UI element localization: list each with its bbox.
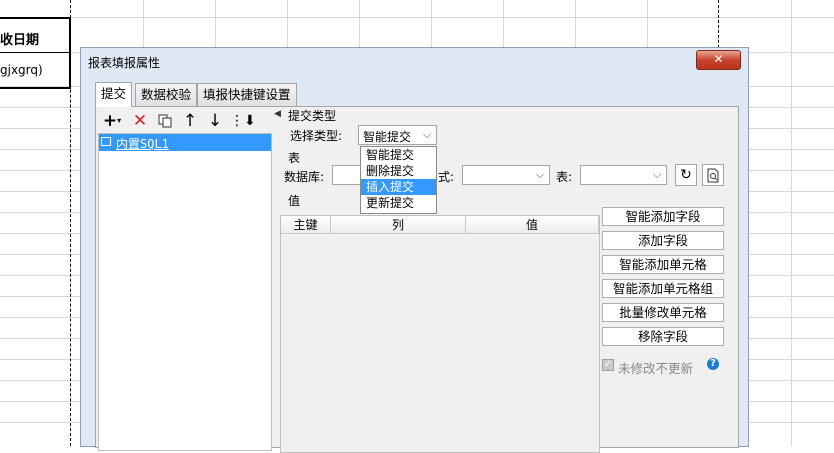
table-label: 表: [556, 170, 573, 184]
preview-button[interactable] [702, 164, 724, 186]
smart-add-cell-group-button[interactable]: 智能添加单元格组 [602, 279, 724, 298]
dialog-title: 报表填报属性 [88, 56, 161, 70]
plus-icon: + [102, 111, 118, 131]
dropdown-option-smart-submit[interactable]: 智能提交 [361, 147, 436, 163]
close-icon: ✕ [713, 52, 724, 66]
chevron-down-icon: ⌵ [535, 168, 545, 181]
select-type-label: 选择类型: [290, 129, 343, 143]
list-item[interactable]: 内置SQL1 [99, 134, 271, 151]
smart-add-cell-button[interactable]: 智能添加单元格 [602, 255, 724, 274]
dropdown-option-insert-submit[interactable]: 插入提交 [361, 179, 436, 195]
tab-submit[interactable]: 提交 [95, 82, 133, 107]
database-label: 数据库: [284, 170, 325, 184]
value-section-title: 值 [288, 194, 301, 208]
submission-list: 内置SQL1 [98, 133, 272, 451]
refresh-button[interactable]: ↻ [675, 164, 697, 186]
field-value-table[interactable]: 主键 列 值 [280, 215, 600, 453]
close-button[interactable]: ✕ [696, 50, 741, 70]
move-down-button[interactable]: ↓ [204, 110, 226, 132]
chevron-down-icon: ▾ [117, 116, 122, 125]
schema-label: 式: [438, 170, 455, 184]
smart-add-field-button[interactable]: 智能添加字段 [602, 207, 724, 226]
submit-type-dropdown: 智能提交 删除提交 插入提交 更新提交 [360, 146, 437, 214]
submission-toolbar: +▾ ✕ ↑ ↓ ⋮⬇ [98, 109, 276, 133]
tab-data-validation[interactable]: 数据校验 [135, 83, 198, 106]
submit-type-select[interactable]: 智能提交 ⌵ [358, 125, 437, 145]
dropdown-option-delete-submit[interactable]: 删除提交 [361, 163, 436, 179]
cell-separator [0, 52, 70, 53]
column-header-primary-key[interactable]: 主键 [281, 216, 331, 234]
cell-value-text[interactable]: gjxgrq) [0, 63, 43, 77]
list-item-label: 内置SQL1 [116, 137, 169, 151]
sort-button[interactable]: ⋮⬇ [230, 110, 256, 132]
schema-select[interactable]: ⌵ [462, 165, 550, 185]
tab-shortcut-settings[interactable]: 填报快捷键设置 [197, 83, 297, 106]
add-button[interactable]: +▾ [98, 110, 126, 132]
submit-type-section-title: 提交类型 [288, 109, 337, 123]
arrow-down-icon: ↓ [207, 111, 223, 131]
submit-type-value: 智能提交 [363, 130, 412, 144]
grid-row-line [0, 17, 834, 18]
no-update-unmodified-label: 未修改不更新 [618, 361, 694, 376]
help-icon[interactable]: ? [707, 358, 719, 370]
sort-icon: ⋮⬇ [230, 113, 256, 129]
delete-icon: ✕ [132, 111, 148, 131]
table-select[interactable]: ⌵ [580, 165, 667, 185]
add-field-button[interactable]: 添加字段 [602, 231, 724, 250]
sql-icon [101, 137, 111, 146]
selected-cell-block[interactable] [0, 17, 71, 89]
column-header-value[interactable]: 值 [466, 216, 599, 234]
preview-icon [707, 168, 719, 183]
batch-modify-cells-button[interactable]: 批量修改单元格 [602, 303, 724, 322]
chevron-down-icon: ⌵ [422, 128, 432, 141]
table-section-title: 表 [288, 151, 301, 165]
submit-panel: +▾ ✕ ↑ ↓ ⋮⬇ 内置SQL1 ◀ 提交类型 选择类型: 智能提交 ⌵ 智… [95, 106, 739, 453]
no-update-unmodified-checkbox[interactable]: ✓ [602, 359, 614, 371]
submit-settings-pane: 提交类型 选择类型: 智能提交 ⌵ 智能提交 删除提交 插入提交 更新提交 表 … [280, 107, 738, 453]
cell-header-text[interactable]: 收日期 [0, 29, 39, 48]
copy-icon [158, 114, 172, 128]
move-up-button[interactable]: ↑ [179, 110, 201, 132]
refresh-icon: ↻ [680, 167, 692, 183]
dropdown-option-update-submit[interactable]: 更新提交 [361, 195, 436, 211]
database-select[interactable] [332, 165, 360, 185]
arrow-up-icon: ↑ [182, 111, 198, 131]
report-fill-properties-dialog: 报表填报属性 ✕ 提交 数据校验 填报快捷键设置 +▾ ✕ ↑ ↓ ⋮⬇ 内置S… [80, 47, 749, 453]
delete-button[interactable]: ✕ [129, 110, 151, 132]
chevron-down-icon: ⌵ [652, 168, 662, 181]
copy-button[interactable] [154, 110, 176, 132]
remove-field-button[interactable]: 移除字段 [602, 327, 724, 346]
column-header-column[interactable]: 列 [331, 216, 466, 234]
